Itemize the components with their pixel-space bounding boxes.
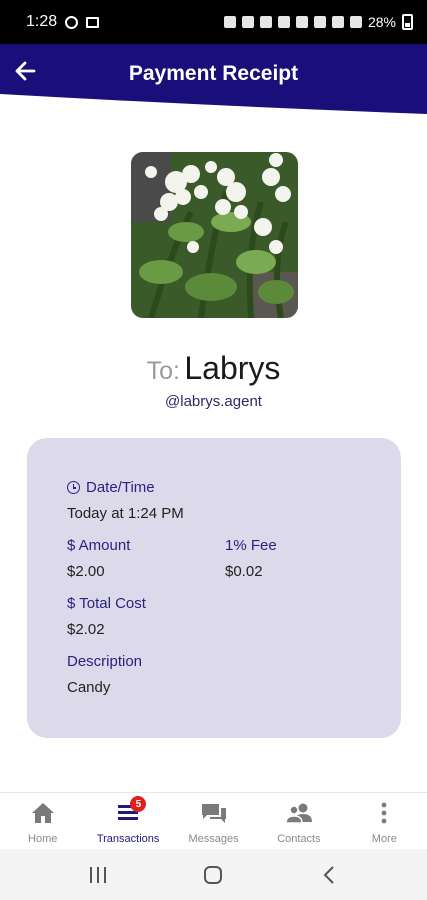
nav-home-label: Home <box>28 833 58 845</box>
wifi-icon <box>313 16 326 28</box>
recipient-handle: @labrys.agent <box>165 393 262 410</box>
to-prefix: To: <box>146 357 180 385</box>
status-time: 1:28 <box>26 13 58 30</box>
battery-icon <box>402 14 413 30</box>
contacts-icon <box>285 803 312 824</box>
more-vertical-icon <box>381 802 387 824</box>
system-nav-bar <box>0 849 427 900</box>
lte-icon <box>331 16 344 28</box>
bluetooth-icon <box>259 16 272 28</box>
total-label: $ Total Cost <box>67 595 146 612</box>
recipient-name: Labrys <box>184 350 281 386</box>
home-button[interactable] <box>193 860 233 890</box>
receipt-card: Date/Time Today at 1:24 PM $ Amount $2.0… <box>27 438 401 738</box>
notification-icon <box>65 15 79 29</box>
nav-messages[interactable]: Messages <box>171 793 256 849</box>
recipient-photo <box>131 152 298 318</box>
datetime-value: Today at 1:24 PM <box>67 505 184 522</box>
app-header: Payment Receipt <box>0 44 427 118</box>
status-right: 28% <box>223 14 413 30</box>
nav-contacts[interactable]: Contacts <box>256 793 341 849</box>
datetime-label: Date/Time <box>67 479 155 496</box>
alarm-icon <box>241 16 254 28</box>
nav-more-label: More <box>371 833 397 845</box>
recent-apps-button[interactable] <box>78 860 118 890</box>
chevron-left-icon <box>323 865 334 884</box>
status-left: 1:28 <box>26 13 100 31</box>
amount-label: $ Amount <box>67 537 131 554</box>
nav-home[interactable]: Home <box>0 793 85 849</box>
nav-transactions[interactable]: 5 Transactions <box>85 793 170 849</box>
bottom-nav: Home 5 Transactions Messages Contacts Mo… <box>0 793 427 849</box>
nav-more[interactable]: More <box>342 793 427 849</box>
status-bar: 1:28 28% <box>0 0 427 44</box>
battery-percent: 28% <box>367 14 396 30</box>
amount-value: $2.00 <box>67 563 105 580</box>
home-circle-icon <box>204 865 223 884</box>
nav-messages-label: Messages <box>188 833 239 845</box>
fee-value: $0.02 <box>225 563 263 580</box>
mute-icon <box>277 16 290 28</box>
image-icon <box>86 16 100 28</box>
nav-transactions-label: Transactions <box>96 833 160 845</box>
nav-contacts-label: Contacts <box>277 833 321 845</box>
clock-icon <box>67 481 80 494</box>
chat-icon <box>201 804 226 823</box>
recipient-line: To: Labrys <box>0 350 427 387</box>
datetime-label-text: Date/Time <box>86 479 155 496</box>
transactions-badge: 5 <box>130 796 147 812</box>
key-icon <box>223 16 236 28</box>
fee-label: 1% Fee <box>225 537 277 554</box>
home-icon <box>31 803 54 823</box>
system-back-button[interactable] <box>309 860 349 890</box>
description-label: Description <box>67 653 143 670</box>
total-value: $2.02 <box>67 621 105 638</box>
signal-icon <box>349 16 362 28</box>
recent-apps-icon <box>89 866 106 883</box>
description-value: Candy <box>67 679 111 696</box>
page-title: Payment Receipt <box>128 62 299 85</box>
nfc-icon <box>295 16 308 28</box>
